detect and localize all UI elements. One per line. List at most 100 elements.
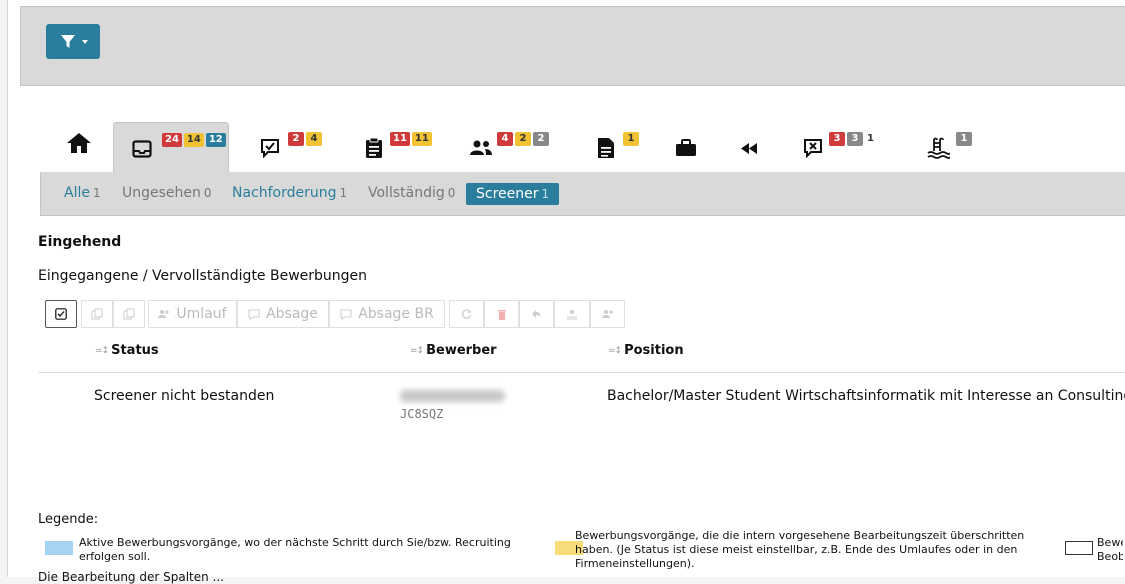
subnav-count: 1 xyxy=(339,186,348,200)
tab-documents[interactable]: 1 xyxy=(589,122,649,172)
tab-tasks[interactable]: 11 11 xyxy=(357,122,437,172)
pool-icon xyxy=(927,137,950,159)
badge: 1 xyxy=(956,132,972,146)
subnav-count: 1 xyxy=(92,186,101,200)
column-header-bewerber[interactable]: =↕ Bewerber xyxy=(410,343,497,358)
umlauf-button[interactable]: Umlauf xyxy=(148,300,237,328)
document-icon xyxy=(598,138,614,158)
tab-inbox[interactable]: 24 14 12 xyxy=(113,122,229,173)
subnav-count: 1 xyxy=(541,187,550,201)
tab-home[interactable] xyxy=(58,122,106,172)
reply-button[interactable] xyxy=(519,300,554,328)
chevron-down-icon xyxy=(82,40,88,44)
legend-text: Bewe Beob xyxy=(1097,536,1123,563)
badge: 3 xyxy=(847,132,863,146)
sort-icon: =↕ xyxy=(608,345,622,356)
absage-label: Absage xyxy=(266,306,318,322)
subnav-alle[interactable]: Alle 1 xyxy=(64,185,101,201)
legend-text: Aktive Bewerbungsvorgänge, wo der nächst… xyxy=(79,536,511,563)
subnav-vollstaendig[interactable]: Vollständig 0 xyxy=(368,185,455,201)
sort-icon: =↕ xyxy=(95,345,109,356)
subnav-label: Alle xyxy=(64,185,90,201)
select-all-checkbox[interactable] xyxy=(45,300,77,328)
column-header-position[interactable]: =↕ Position xyxy=(608,343,684,358)
copy-icon xyxy=(91,308,103,320)
subnav-label: Screener xyxy=(476,186,539,202)
inbox-icon xyxy=(132,140,152,158)
duplicate-button[interactable] xyxy=(113,300,145,328)
absage-button[interactable]: Absage xyxy=(237,300,329,328)
people-icon xyxy=(601,310,613,318)
legend-swatch-white xyxy=(1065,541,1093,555)
column-header-label: Position xyxy=(624,343,684,358)
legend-swatch-blue xyxy=(45,541,73,555)
chat-check-icon xyxy=(261,139,279,158)
chat-icon xyxy=(248,309,260,320)
absage-br-label: Absage BR xyxy=(358,306,434,322)
subnav-label: Vollständig xyxy=(368,185,445,201)
column-header-label: Status xyxy=(111,343,159,358)
table-divider xyxy=(38,372,1125,373)
people-icon xyxy=(158,310,170,318)
subnav-screener[interactable]: Screener 1 xyxy=(466,183,560,205)
status-subnav: Alle 1 Ungesehen 0 Nachforderung 1 Vollstän… xyxy=(40,172,1125,216)
legend-text: Bewerbungsvorgänge, die die intern vorge… xyxy=(575,529,1025,570)
briefcase-icon xyxy=(676,139,696,156)
tab-archive[interactable] xyxy=(733,122,773,172)
checkbox-icon xyxy=(55,308,67,320)
rewind-icon xyxy=(741,143,757,154)
applicant-name-blurred[interactable] xyxy=(400,390,505,402)
tab-jobs[interactable] xyxy=(669,122,709,172)
refresh-button[interactable] xyxy=(449,300,484,328)
subnav-count: 0 xyxy=(203,186,212,200)
page xyxy=(7,0,1125,577)
filter-icon xyxy=(61,35,75,48)
badge: 11 xyxy=(411,132,432,146)
section-subtitle: Eingegangene / Vervollständigte Bewerbun… xyxy=(38,268,368,284)
clipboard-icon xyxy=(366,137,382,158)
subnav-ungesehen[interactable]: Ungesehen 0 xyxy=(122,185,212,201)
transfer-icon xyxy=(567,309,577,319)
chat-icon xyxy=(340,309,352,320)
badge: 4 xyxy=(306,132,322,146)
people-icon xyxy=(470,140,492,155)
tab-messages[interactable]: 2 4 xyxy=(252,122,332,172)
subnav-nachforderung[interactable]: Nachforderung 1 xyxy=(232,185,347,201)
tab-rejections[interactable]: 3 3 1 xyxy=(795,122,895,172)
chat-x-icon xyxy=(804,139,822,158)
subnav-count: 0 xyxy=(447,186,456,200)
badge: 1 xyxy=(867,133,874,144)
tab-pool[interactable]: 1 xyxy=(920,122,990,172)
absage-br-button[interactable]: Absage BR xyxy=(329,300,445,328)
badge: 24 xyxy=(162,133,182,147)
copy-button[interactable] xyxy=(81,300,113,328)
sort-icon: =↕ xyxy=(410,345,424,356)
applicant-code: JC8SQZ xyxy=(400,407,444,421)
duplicate-icon xyxy=(123,308,135,320)
filter-bar xyxy=(20,6,1125,86)
badge: 11 xyxy=(390,132,410,146)
badge: 2 xyxy=(515,132,531,146)
badge: 2 xyxy=(288,132,304,146)
tab-people[interactable]: 4 2 2 xyxy=(461,122,571,172)
badge: 2 xyxy=(533,132,549,146)
refresh-icon xyxy=(462,309,472,319)
badge: 4 xyxy=(497,132,513,146)
home-icon xyxy=(67,133,91,153)
footer-text: Die Bearbeitung der Spalten ... xyxy=(38,570,224,584)
filter-button[interactable] xyxy=(46,24,100,59)
trash-icon xyxy=(497,309,506,320)
legend-title: Legende: xyxy=(38,512,99,527)
badge: 12 xyxy=(205,133,226,147)
badge: 14 xyxy=(183,133,204,147)
section-title: Eingehend xyxy=(38,234,122,250)
column-header-status[interactable]: =↕ Status xyxy=(95,343,159,358)
cell-position[interactable]: Bachelor/Master Student Wirtschaftsinfor… xyxy=(607,388,1125,404)
reply-icon xyxy=(532,310,541,318)
assign-button[interactable] xyxy=(590,300,625,328)
subnav-label: Nachforderung xyxy=(232,185,337,201)
badge: 1 xyxy=(623,132,639,146)
delete-button[interactable] xyxy=(484,300,519,328)
transfer-button[interactable] xyxy=(554,300,590,328)
cell-status[interactable]: Screener nicht bestanden xyxy=(94,388,274,404)
